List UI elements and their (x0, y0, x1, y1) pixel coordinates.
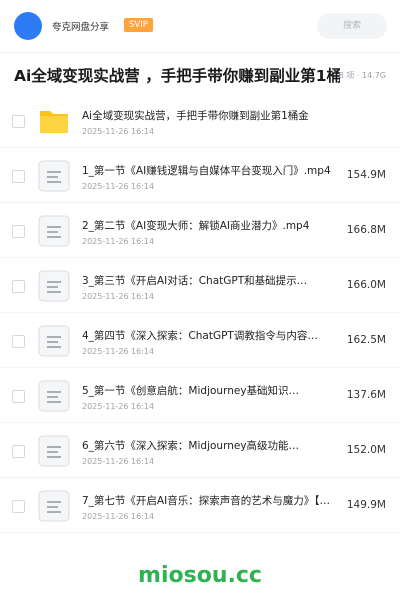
file-date: 2025-11-26 16:14 (82, 457, 155, 466)
video-file-icon (38, 325, 70, 357)
share-header: 夸克网盘分享 SVIP 搜索 (0, 0, 400, 52)
row-checkbox[interactable] (12, 115, 25, 128)
share-title: Ai全域变现实战营 ，手把手带你赚到副业第1桶金 (14, 67, 340, 85)
watermark-brand: miosou.cc (138, 563, 262, 588)
file-date: 2025-11-26 16:14 (82, 292, 155, 301)
file-size: 137.6M (346, 389, 386, 401)
row-checkbox[interactable] (12, 445, 25, 458)
row-checkbox[interactable] (12, 390, 25, 403)
svip-badge: SVIP (124, 18, 153, 32)
row-checkbox[interactable] (12, 500, 25, 513)
video-file-icon (38, 380, 70, 412)
video-file-icon (38, 490, 70, 522)
file-date: 2025-11-26 16:14 (82, 182, 155, 191)
owner-name: 夸克网盘分享 (52, 22, 110, 33)
file-name: 2_第二节《AI变现大师：解锁AI商业潜力》.mp4 (82, 220, 310, 232)
video-file-icon (38, 270, 70, 302)
file-date: 2025-11-26 16:14 (82, 127, 155, 136)
video-file-icon (38, 435, 70, 467)
file-row[interactable]: 6_第六节《深入探索：Midjourney高级功能… 2025-11-26 16… (0, 423, 400, 478)
file-size: 162.5M (346, 334, 386, 346)
file-size: 166.8M (346, 224, 386, 236)
search-button[interactable]: 搜索 (317, 13, 387, 39)
row-checkbox[interactable] (12, 280, 25, 293)
file-date: 2025-11-26 16:14 (82, 237, 155, 246)
row-checkbox[interactable] (12, 170, 25, 183)
file-name: 4_第四节《深入探索：ChatGPT调教指令与内容… (82, 330, 318, 342)
file-list: Ai全域变现实战营，手把手带你赚到副业第1桶金 2025-11-26 16:14… (0, 93, 400, 533)
header-divider (0, 52, 400, 53)
row-checkbox[interactable] (12, 225, 25, 238)
file-size: 166.0M (346, 279, 386, 291)
file-row[interactable]: 2_第二节《AI变现大师：解锁AI商业潜力》.mp4 2025-11-26 16… (0, 203, 400, 258)
file-row-folder[interactable]: Ai全域变现实战营，手把手带你赚到副业第1桶金 2025-11-26 16:14 (0, 93, 400, 148)
video-file-icon (38, 160, 70, 192)
file-row[interactable]: 7_第七节《开启AI音乐：探索声音的艺术与魔力》【… 2025-11-26 16… (0, 478, 400, 533)
file-name: Ai全域变现实战营，手把手带你赚到副业第1桶金 (82, 110, 309, 122)
file-name: 6_第六节《深入探索：Midjourney高级功能… (82, 440, 300, 452)
avatar[interactable] (14, 12, 42, 40)
folder-icon (40, 111, 68, 133)
file-name: 1_第一节《AI赚钱逻辑与自媒体平台变现入门》.mp4 (82, 165, 331, 177)
file-size: 149.9M (346, 499, 386, 511)
file-size: 154.9M (346, 169, 386, 181)
file-date: 2025-11-26 16:14 (82, 402, 155, 411)
file-name: 3_第三节《开启AI对话：ChatGPT和基础提示… (82, 275, 308, 287)
video-file-icon (38, 215, 70, 247)
file-row[interactable]: 4_第四节《深入探索：ChatGPT调教指令与内容… 2025-11-26 16… (0, 313, 400, 368)
row-checkbox[interactable] (12, 335, 25, 348)
file-name: 5_第一节《创意启航：Midjourney基础知识… (82, 385, 300, 397)
file-date: 2025-11-26 16:14 (82, 512, 155, 521)
file-date: 2025-11-26 16:14 (82, 347, 155, 356)
file-row[interactable]: 3_第三节《开启AI对话：ChatGPT和基础提示… 2025-11-26 16… (0, 258, 400, 313)
file-row[interactable]: 1_第一节《AI赚钱逻辑与自媒体平台变现入门》.mp4 2025-11-26 1… (0, 148, 400, 203)
file-name: 7_第七节《开启AI音乐：探索声音的艺术与魔力》【… (82, 495, 330, 507)
file-row[interactable]: 5_第一节《创意启航：Midjourney基础知识… 2025-11-26 16… (0, 368, 400, 423)
share-summary: 8 项 · 14.7G (338, 71, 386, 80)
file-size: 152.0M (346, 444, 386, 456)
